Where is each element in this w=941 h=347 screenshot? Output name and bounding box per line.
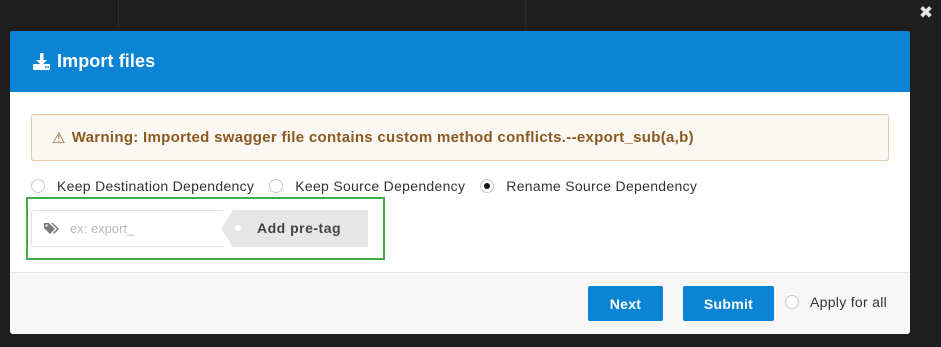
modal-title: Import files <box>57 51 156 71</box>
apply-for-all-radio[interactable] <box>785 295 799 309</box>
warning-triangle-icon: ⚠ <box>52 129 66 147</box>
radio-label: Rename Source Dependency <box>506 178 698 194</box>
radio-label: Keep Source Dependency <box>295 178 466 194</box>
tags-icon <box>44 222 59 234</box>
apply-for-all-label: Apply for all <box>810 294 888 310</box>
warning-alert: ⚠ Warning: Imported swagger file contain… <box>31 114 889 161</box>
background-divider <box>525 0 526 28</box>
pretag-input[interactable] <box>70 221 210 236</box>
pretag-input-group <box>31 210 223 247</box>
radio-button[interactable] <box>269 179 284 193</box>
next-button[interactable]: Next <box>588 286 663 321</box>
download-icon <box>33 52 50 70</box>
radio-keep-source-dependency[interactable]: Keep Source Dependency <box>269 178 465 194</box>
dependency-options: Keep Destination Dependency Keep Source … <box>31 176 712 196</box>
import-files-modal: Import files ⚠ Warning: Imported swagger… <box>10 31 910 334</box>
submit-button[interactable]: Submit <box>683 286 774 321</box>
apply-for-all-option[interactable]: Apply for all <box>785 294 887 310</box>
background-divider <box>118 0 119 28</box>
add-pretag-button[interactable]: Add pre-tag <box>221 210 368 247</box>
radio-rename-source-dependency[interactable]: Rename Source Dependency <box>480 178 697 194</box>
warning-text: Warning: Imported swagger file contains … <box>71 129 694 146</box>
close-icon[interactable]: ✖ <box>917 4 935 22</box>
modal-header: Import files <box>10 31 910 92</box>
radio-label: Keep Destination Dependency <box>57 178 255 194</box>
tag-hole-dot <box>235 225 241 231</box>
add-pretag-label: Add pre-tag <box>257 220 342 236</box>
modal-footer: Next Submit Apply for all <box>10 272 910 334</box>
radio-keep-destination-dependency[interactable]: Keep Destination Dependency <box>31 178 254 194</box>
radio-button-selected[interactable] <box>480 179 495 193</box>
radio-button[interactable] <box>31 179 45 193</box>
